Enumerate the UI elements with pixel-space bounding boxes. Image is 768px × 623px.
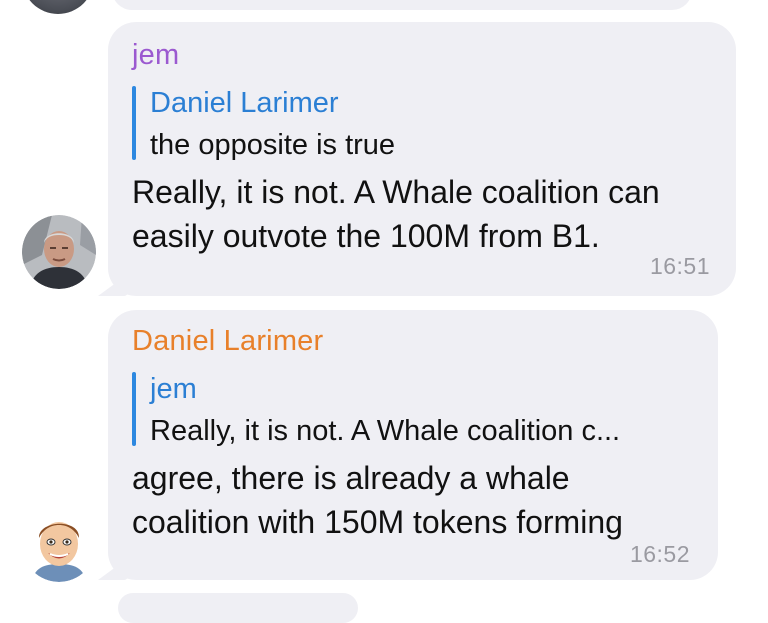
sender-name[interactable]: Daniel Larimer	[132, 324, 323, 358]
reply-quote[interactable]: Daniel Larimer the opposite is true	[132, 82, 395, 166]
avatar-photo-man-icon[interactable]	[22, 215, 96, 289]
message-bubble[interactable]: jem Daniel Larimer the opposite is true …	[98, 22, 736, 296]
avatar-cartoon-man-icon[interactable]	[22, 508, 96, 582]
reply-sender-name: Daniel Larimer	[150, 87, 339, 119]
bubble-tail	[98, 274, 128, 296]
message-time: 16:52	[629, 541, 690, 567]
message-text-line: agree, there is already a whale	[132, 460, 570, 496]
avatar[interactable]	[22, 0, 94, 14]
reply-snippet: Really, it is not. A Whale coalition c..…	[150, 415, 621, 447]
reply-quote[interactable]: jem Really, it is not. A Whale coalition…	[132, 368, 620, 452]
message-text-line: coalition with 150M tokens forming	[132, 504, 623, 540]
reply-bar	[132, 86, 136, 160]
message-text-line: easily outvote the 100M from B1.	[132, 218, 600, 254]
message-text-line: Really, it is not. A Whale coalition can	[132, 174, 660, 210]
reply-bar	[132, 372, 136, 446]
message-bubble[interactable]: Daniel Larimer jem Really, it is not. A …	[98, 310, 718, 580]
reply-snippet: the opposite is true	[150, 129, 396, 161]
bubble-tail	[98, 558, 128, 580]
message-time: 16:51	[649, 253, 710, 279]
message-bubble[interactable]	[112, 0, 692, 10]
reply-sender-name: jem	[150, 373, 197, 405]
chat-view: jem Daniel Larimer the opposite is true …	[0, 0, 768, 623]
message-bubble[interactable]	[118, 593, 358, 623]
sender-name[interactable]: jem	[132, 38, 179, 72]
